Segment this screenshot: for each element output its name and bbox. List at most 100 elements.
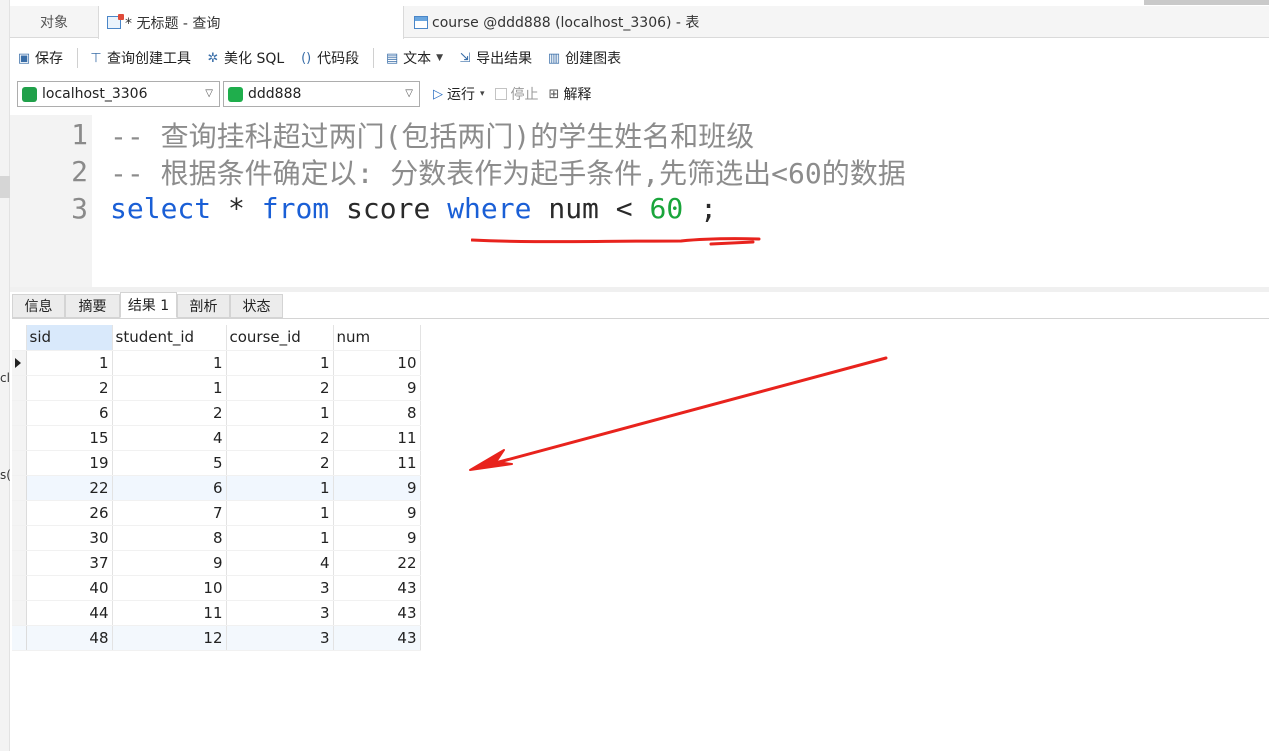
- cell-course-id[interactable]: 1: [226, 475, 334, 501]
- table-row[interactable]: 37 9 4 22: [12, 550, 421, 576]
- row-marker[interactable]: [12, 575, 27, 601]
- connection-select[interactable]: localhost_3306 ▽: [17, 81, 220, 107]
- table-row[interactable]: 22 6 1 9: [12, 475, 421, 501]
- text-icon: ▤: [386, 50, 399, 66]
- cell-sid[interactable]: 30: [26, 525, 113, 551]
- cell-student-id[interactable]: 12: [112, 625, 227, 651]
- cell-sid[interactable]: 15: [26, 425, 113, 451]
- cell-student-id[interactable]: 7: [112, 500, 227, 526]
- row-marker[interactable]: [12, 425, 27, 451]
- cell-num[interactable]: 8: [333, 400, 421, 426]
- cell-student-id[interactable]: 1: [112, 350, 227, 376]
- table-row[interactable]: 44 11 3 43: [12, 600, 421, 626]
- cell-num[interactable]: 11: [333, 425, 421, 451]
- cell-student-id[interactable]: 1: [112, 375, 227, 401]
- cell-course-id[interactable]: 3: [226, 575, 334, 601]
- save-button[interactable]: ▣ 保存: [16, 48, 63, 68]
- table-row[interactable]: 15 4 2 11: [12, 425, 421, 451]
- cell-course-id[interactable]: 2: [226, 425, 334, 451]
- cell-sid[interactable]: 44: [26, 600, 113, 626]
- cell-student-id[interactable]: 4: [112, 425, 227, 451]
- cell-course-id[interactable]: 3: [226, 600, 334, 626]
- cell-num[interactable]: 9: [333, 525, 421, 551]
- cell-num[interactable]: 22: [333, 550, 421, 576]
- tab-result-1[interactable]: 结果 1: [120, 292, 177, 318]
- cell-sid[interactable]: 26: [26, 500, 113, 526]
- cell-sid[interactable]: 48: [26, 625, 113, 651]
- cell-course-id[interactable]: 2: [226, 375, 334, 401]
- cell-sid[interactable]: 19: [26, 450, 113, 476]
- row-marker[interactable]: [12, 550, 27, 576]
- cell-student-id[interactable]: 9: [112, 550, 227, 576]
- cell-student-id[interactable]: 2: [112, 400, 227, 426]
- row-marker[interactable]: [12, 400, 27, 426]
- cell-course-id[interactable]: 1: [226, 400, 334, 426]
- column-header-student-id[interactable]: student_id: [112, 325, 227, 351]
- cell-num[interactable]: 43: [333, 625, 421, 651]
- cell-course-id[interactable]: 1: [226, 350, 334, 376]
- table-row[interactable]: 19 5 2 11: [12, 450, 421, 476]
- tab-info[interactable]: 信息: [12, 294, 65, 318]
- tab-untitled-query[interactable]: * 无标题 - 查询: [98, 6, 404, 39]
- code-snippet-button[interactable]: () 代码段: [298, 48, 359, 68]
- result-grid[interactable]: sid student_id course_id num 1 1 1 10 2 1 2 9 6 2…: [12, 325, 421, 651]
- row-marker[interactable]: [12, 600, 27, 626]
- cell-course-id[interactable]: 4: [226, 550, 334, 576]
- export-results-button[interactable]: ⇲ 导出结果: [457, 48, 532, 68]
- cell-student-id[interactable]: 11: [112, 600, 227, 626]
- cell-course-id[interactable]: 2: [226, 450, 334, 476]
- cell-num[interactable]: 43: [333, 575, 421, 601]
- row-marker[interactable]: [12, 375, 27, 401]
- cell-sid[interactable]: 6: [26, 400, 113, 426]
- cell-sid[interactable]: 37: [26, 550, 113, 576]
- explain-label: 解释: [563, 87, 592, 103]
- cell-student-id[interactable]: 8: [112, 525, 227, 551]
- cell-num[interactable]: 9: [333, 475, 421, 501]
- cell-num[interactable]: 43: [333, 600, 421, 626]
- cell-num[interactable]: 9: [333, 500, 421, 526]
- column-header-sid[interactable]: sid: [26, 325, 113, 351]
- cell-course-id[interactable]: 1: [226, 525, 334, 551]
- cell-sid[interactable]: 40: [26, 575, 113, 601]
- cell-course-id[interactable]: 1: [226, 500, 334, 526]
- text-mode-dropdown[interactable]: ▤ 文本 ▼: [384, 48, 443, 68]
- table-row[interactable]: 26 7 1 9: [12, 500, 421, 526]
- query-builder-button[interactable]: ⊤ 查询创建工具: [88, 48, 191, 68]
- cell-student-id[interactable]: 10: [112, 575, 227, 601]
- cell-num[interactable]: 10: [333, 350, 421, 376]
- column-header-course-id[interactable]: course_id: [226, 325, 334, 351]
- cell-num[interactable]: 9: [333, 375, 421, 401]
- row-marker[interactable]: [12, 475, 27, 501]
- create-chart-button[interactable]: ▥ 创建图表: [546, 48, 621, 68]
- cell-sid[interactable]: 22: [26, 475, 113, 501]
- tab-objects[interactable]: 对象: [10, 6, 98, 38]
- row-marker[interactable]: [12, 625, 27, 651]
- row-marker[interactable]: [12, 500, 27, 526]
- sql-editor[interactable]: 1 -- 查询挂科超过两门(包括两门)的学生姓名和班级 2 -- 根据条件确定以…: [10, 115, 1269, 287]
- table-row[interactable]: 2129: [12, 375, 421, 401]
- cell-student-id[interactable]: 6: [112, 475, 227, 501]
- table-row[interactable]: 6218: [12, 400, 421, 426]
- cell-sid[interactable]: 1: [26, 350, 113, 376]
- run-button[interactable]: ▷ 运行 ▾: [433, 84, 485, 104]
- row-marker[interactable]: [12, 350, 27, 376]
- table-row[interactable]: 1 1 1 10: [12, 350, 421, 376]
- stop-button[interactable]: 停止: [494, 84, 539, 104]
- table-row[interactable]: 30 8 1 9: [12, 525, 421, 551]
- cell-sid[interactable]: 2: [26, 375, 113, 401]
- cell-num[interactable]: 11: [333, 450, 421, 476]
- cell-course-id[interactable]: 3: [226, 625, 334, 651]
- tab-profile[interactable]: 剖析: [177, 294, 230, 318]
- tab-course-table[interactable]: course @ddd888 (localhost_3306) - 表: [406, 6, 710, 38]
- table-row[interactable]: 48 12 3 43: [12, 625, 421, 651]
- database-select[interactable]: ddd888 ▽: [223, 81, 420, 107]
- beautify-sql-button[interactable]: ✲ 美化 SQL: [205, 48, 285, 68]
- cell-student-id[interactable]: 5: [112, 450, 227, 476]
- explain-button[interactable]: ⊞ 解释: [549, 84, 592, 104]
- tab-status[interactable]: 状态: [230, 294, 283, 318]
- tab-summary[interactable]: 摘要: [65, 294, 120, 318]
- table-row[interactable]: 40 10 3 43: [12, 575, 421, 601]
- row-marker[interactable]: [12, 525, 27, 551]
- column-header-num[interactable]: num: [333, 325, 421, 351]
- row-marker[interactable]: [12, 450, 27, 476]
